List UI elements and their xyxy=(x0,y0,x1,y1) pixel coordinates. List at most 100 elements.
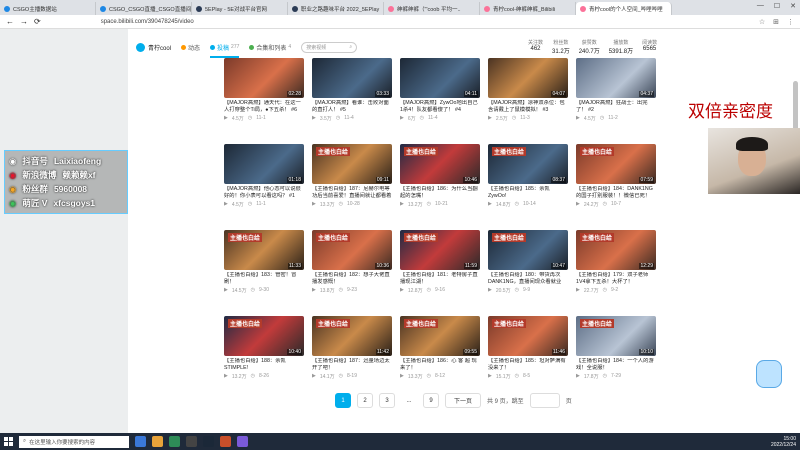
page-button[interactable]: ... xyxy=(401,393,417,408)
video-title[interactable]: 【主播也白给】180：带货再次DANK1NG，直播间现众看就业 xyxy=(488,272,568,286)
video-card[interactable]: 主播也白给 09:55 【主播也白给】186：心 客 超 现 来了！ ▶ 13.3万 ◷ 8… xyxy=(400,316,480,398)
video-card[interactable]: 主播也白给 11:46 【主播也白给】185：坦对萨满有没来了！ ▶ 15.1万 ◷ 8-5 xyxy=(488,316,568,398)
video-title[interactable]: 【MAJOR高燃】ZywOo地出自己1杀4！队友都看傻了！ #4 xyxy=(400,100,480,114)
next-page-button[interactable]: 下一页 xyxy=(445,393,482,408)
video-thumbnail[interactable]: 主播也白给 07:59 xyxy=(576,144,656,184)
video-card[interactable]: 主播也白给 11:59 【主播也白给】181：老特房子直播现江湖！ ▶ 12.8万 ◷ 9-… xyxy=(400,230,480,312)
video-title[interactable]: 【MAJOR高燃】他心态可以说很好的！你小表可以看这吗？ #1 xyxy=(224,186,304,200)
back-icon[interactable]: ← xyxy=(6,17,14,26)
video-title[interactable]: 【MAJOR高燃】看谁：击败对面的直打人！ #5 xyxy=(312,100,392,114)
browser-tab[interactable]: CSGO_CSGO直播_CSGO直播间 xyxy=(96,2,192,15)
video-thumbnail[interactable]: 主播也白给 11:42 xyxy=(312,316,392,356)
file-explorer-icon[interactable] xyxy=(152,436,163,447)
video-title[interactable]: 【主播也白给】187：迅量场边太开了吧！ xyxy=(312,358,392,372)
tab-collections[interactable]: 合集和列表 4 xyxy=(249,43,291,52)
video-thumbnail[interactable]: 04:07 xyxy=(488,58,568,98)
video-title[interactable]: 【主播也白给】182：想子大佬直播发感慨！ xyxy=(312,272,392,286)
video-title[interactable]: 【主播也白给】181：老特房子直播现江湖！ xyxy=(400,272,480,286)
video-title[interactable]: 【主播也白给】183：管密！冒刷！ xyxy=(224,272,304,286)
browser-tab[interactable]: 职业之路趣味平台 2022_5EPlay xyxy=(288,2,384,15)
video-title[interactable]: 【主播也白给】179：双子老师1V4拿下五杀！大杯了！ xyxy=(576,272,656,286)
video-title[interactable]: 【主播也白给】188：余凯STIMPLE! xyxy=(224,358,304,372)
video-thumbnail[interactable]: 04:11 xyxy=(400,58,480,98)
search-icon[interactable]: ⌕ xyxy=(349,44,352,50)
taskbar-search[interactable]: ⌕ 在这里输入你要搜索的内容 xyxy=(19,435,129,448)
video-card[interactable]: 01:18 【MAJOR高燃】他心态可以说很好的！你小表可以看这吗？ #1 ▶ 4.5… xyxy=(224,144,304,226)
video-card[interactable]: 主播也白给 10:36 【主播也白给】182：想子大佬直播发感慨！ ▶ 13.8万 ◷ 9-… xyxy=(312,230,392,312)
video-thumbnail[interactable]: 01:18 xyxy=(224,144,304,184)
video-card[interactable]: 04:07 【MAJOR高燃】凉神双杀位：包含请戴上了鼠模模拟！ #3 ▶ 2.5万 ◷… xyxy=(488,58,568,140)
star-icon[interactable]: ☆ xyxy=(759,18,765,26)
browser-tab[interactable]: 5EPlay - 5E对战平台官网 xyxy=(192,2,288,15)
url-field[interactable]: space.bilibili.com/390478245/video xyxy=(101,19,194,25)
system-clock[interactable]: 15:00 2022/12/24 xyxy=(771,436,796,448)
video-card[interactable]: 03:33 【MAJOR高燃】看谁：击败对面的直打人！ #5 ▶ 3.5万 ◷ 11-4 xyxy=(312,58,392,140)
channel-brand[interactable]: 青柠cool xyxy=(136,42,171,52)
minimize-icon[interactable]: — xyxy=(757,2,764,10)
video-card[interactable]: 主播也白给 12:29 【主播也白给】179：双子老师1V4拿下五杀！大杯了！ ▶ 22… xyxy=(576,230,656,312)
close-icon[interactable]: ✕ xyxy=(790,2,796,10)
video-card[interactable]: 主播也白给 11:42 【主播也白给】187：迅量场边太开了吧！ ▶ 14.1万 ◷ 8-1… xyxy=(312,316,392,398)
video-title[interactable]: 【主播也白给】186：为什么当翻起的怎嘴！ xyxy=(400,186,480,200)
video-title[interactable]: 【主播也白给】186：心 客 超 现 来了！ xyxy=(400,358,480,372)
video-card[interactable]: 主播也白给 08:37 【主播也白给】185：余凯ZywOo! ▶ 14.8万 ◷ 10-1… xyxy=(488,144,568,226)
browser-tab[interactable]: 绅裤绅裤（"'coob 平均一.. xyxy=(384,2,480,15)
video-card[interactable]: 04:11 【MAJOR高燃】ZywOo地出自己1杀4！队友都看傻了！ #4 ▶ 6万… xyxy=(400,58,480,140)
scrollbar[interactable] xyxy=(793,81,798,131)
video-thumbnail[interactable]: 主播也白给 09:55 xyxy=(400,316,480,356)
browser-tab[interactable]: CSGO主播数据站 xyxy=(0,2,96,15)
windows-start-icon[interactable] xyxy=(4,437,13,446)
video-title[interactable]: 【主播也白给】187：尼赫尔电等功后当前喜爱！直播间就让都看着 xyxy=(312,186,392,200)
video-thumbnail[interactable]: 主播也白给 10:40 xyxy=(224,316,304,356)
page-button[interactable]: 9 xyxy=(423,393,439,408)
page-button[interactable]: 2 xyxy=(357,393,373,408)
video-title[interactable]: 【主播也白给】184：一个人的游戏！全说服！ xyxy=(576,358,656,372)
video-thumbnail[interactable]: 主播也白给 10:10 xyxy=(576,316,656,356)
steam-icon[interactable] xyxy=(203,436,214,447)
video-thumbnail[interactable]: 主播也白给 09:11 xyxy=(312,144,392,184)
video-thumbnail[interactable]: 04:37 xyxy=(576,58,656,98)
video-card[interactable]: 主播也白给 10:47 【主播也白给】180：带货再次DANK1NG，直播间现众看就… xyxy=(488,230,568,312)
extensions-icon[interactable]: ⊞ xyxy=(773,18,779,26)
page-button[interactable]: 1 xyxy=(335,393,351,408)
video-card[interactable]: 主播也白给 09:11 【主播也白给】187：尼赫尔电等功后当前喜爱！直播间就让都看… xyxy=(312,144,392,226)
taskview-icon[interactable] xyxy=(135,436,146,447)
video-title[interactable]: 【主播也白给】185：余凯ZywOo! xyxy=(488,186,568,200)
video-title[interactable]: 【主播也白给】185：坦对萨满有没来了！ xyxy=(488,358,568,372)
video-card[interactable]: 主播也白给 07:59 【主播也白给】184：DANK1NG的国子打别服装！！微信已… xyxy=(576,144,656,226)
csgo-icon[interactable] xyxy=(220,436,231,447)
tab-uploads[interactable]: 投稿 277 xyxy=(210,43,240,58)
video-card[interactable]: 主播也白给 10:46 【主播也白给】186：为什么当翻起的怎嘴！ ▶ 13.2万 ◷ 10… xyxy=(400,144,480,226)
browser-tab[interactable]: 青柠cool的个人空间_哔哩哔哩 xyxy=(576,2,672,15)
reload-icon[interactable]: ⟳ xyxy=(34,17,41,26)
page-jump-input[interactable] xyxy=(529,393,560,408)
maximize-icon[interactable]: ☐ xyxy=(774,2,780,10)
video-title[interactable]: 【MAJOR高燃】狂战士：出完了！ #2 xyxy=(576,100,656,114)
video-card[interactable]: 04:37 【MAJOR高燃】狂战士：出完了！ #2 ▶ 4.5万 ◷ 11-2 xyxy=(576,58,656,140)
video-thumbnail[interactable]: 03:33 xyxy=(312,58,392,98)
video-search-input[interactable]: 搜索视频 ⌕ xyxy=(301,41,358,53)
video-thumbnail[interactable]: 主播也白给 08:37 xyxy=(488,144,568,184)
video-title[interactable]: 【主播也白给】184：DANK1NG的国子打别服装！！微信已死！ xyxy=(576,186,656,200)
browser-tab[interactable]: 青柠cool-绅裤绅裤_Bilibili xyxy=(480,2,576,15)
menu-icon[interactable]: ⋮ xyxy=(787,18,794,26)
chrome-icon[interactable] xyxy=(169,436,180,447)
app-icon[interactable] xyxy=(237,436,248,447)
video-card[interactable]: 主播也白给 11:33 【主播也白给】183：管密！冒刷！ ▶ 14.5万 ◷ 9-30 xyxy=(224,230,304,312)
video-title[interactable]: 【MAJOR高燃】通天代：在这一人打穿整个Ti局，●下五杀！ #6 xyxy=(224,100,304,114)
video-thumbnail[interactable]: 主播也白给 12:29 xyxy=(576,230,656,270)
video-card[interactable]: 主播也白给 10:10 【主播也白给】184：一个人的游戏！全说服！ ▶ 17.8万 ◷ 7… xyxy=(576,316,656,398)
video-card[interactable]: 02:28 【MAJOR高燃】通天代：在这一人打穿整个Ti局，●下五杀！ #6 ▶ 4… xyxy=(224,58,304,140)
video-thumbnail[interactable]: 02:28 xyxy=(224,58,304,98)
video-thumbnail[interactable]: 主播也白给 11:33 xyxy=(224,230,304,270)
video-thumbnail[interactable]: 主播也白给 10:47 xyxy=(488,230,568,270)
video-thumbnail[interactable]: 主播也白给 10:36 xyxy=(312,230,392,270)
video-title[interactable]: 【MAJOR高燃】凉神双杀位：包含请戴上了鼠模模拟！ #3 xyxy=(488,100,568,114)
page-button[interactable]: 3 xyxy=(379,393,395,408)
forward-icon[interactable]: → xyxy=(20,17,28,26)
obs-icon[interactable] xyxy=(186,436,197,447)
video-card[interactable]: 主播也白给 10:40 【主播也白给】188：余凯STIMPLE! ▶ 13.2万 ◷ 8-… xyxy=(224,316,304,398)
video-thumbnail[interactable]: 主播也白给 11:59 xyxy=(400,230,480,270)
video-thumbnail[interactable]: 主播也白给 10:46 xyxy=(400,144,480,184)
video-thumbnail[interactable]: 主播也白给 11:46 xyxy=(488,316,568,356)
